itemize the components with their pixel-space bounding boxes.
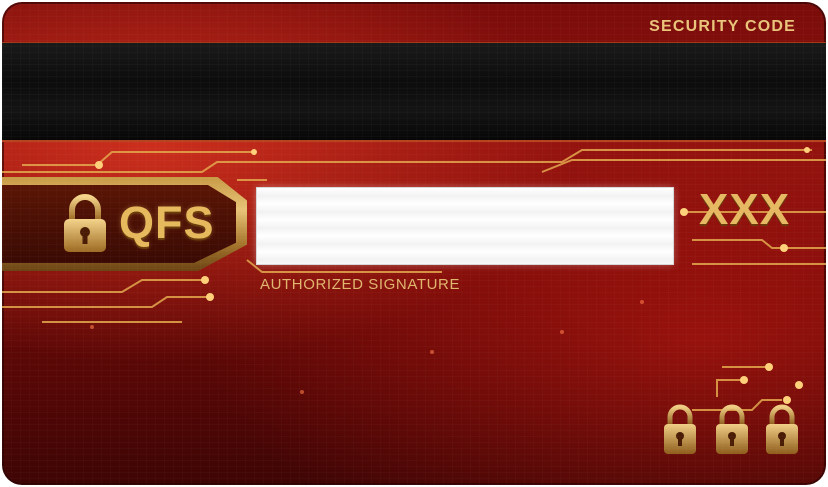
authorized-signature-label: AUTHORIZED SIGNATURE: [260, 276, 461, 293]
lock-icon: [64, 194, 106, 252]
brand-logo-text: QFS: [119, 197, 215, 248]
signature-panel[interactable]: [257, 188, 673, 264]
padlock-icon: [766, 404, 798, 454]
padlock-icons: [664, 404, 798, 454]
security-code-label: SECURITY CODE: [649, 18, 796, 35]
security-code-value: XXX: [699, 185, 791, 234]
padlock-icon: [664, 404, 696, 454]
card-back: SECURITY CODE QFS AUTHORIZED SIGNATURE X…: [2, 2, 826, 485]
padlock-icon: [716, 404, 748, 454]
magnetic-stripe: [2, 42, 826, 142]
